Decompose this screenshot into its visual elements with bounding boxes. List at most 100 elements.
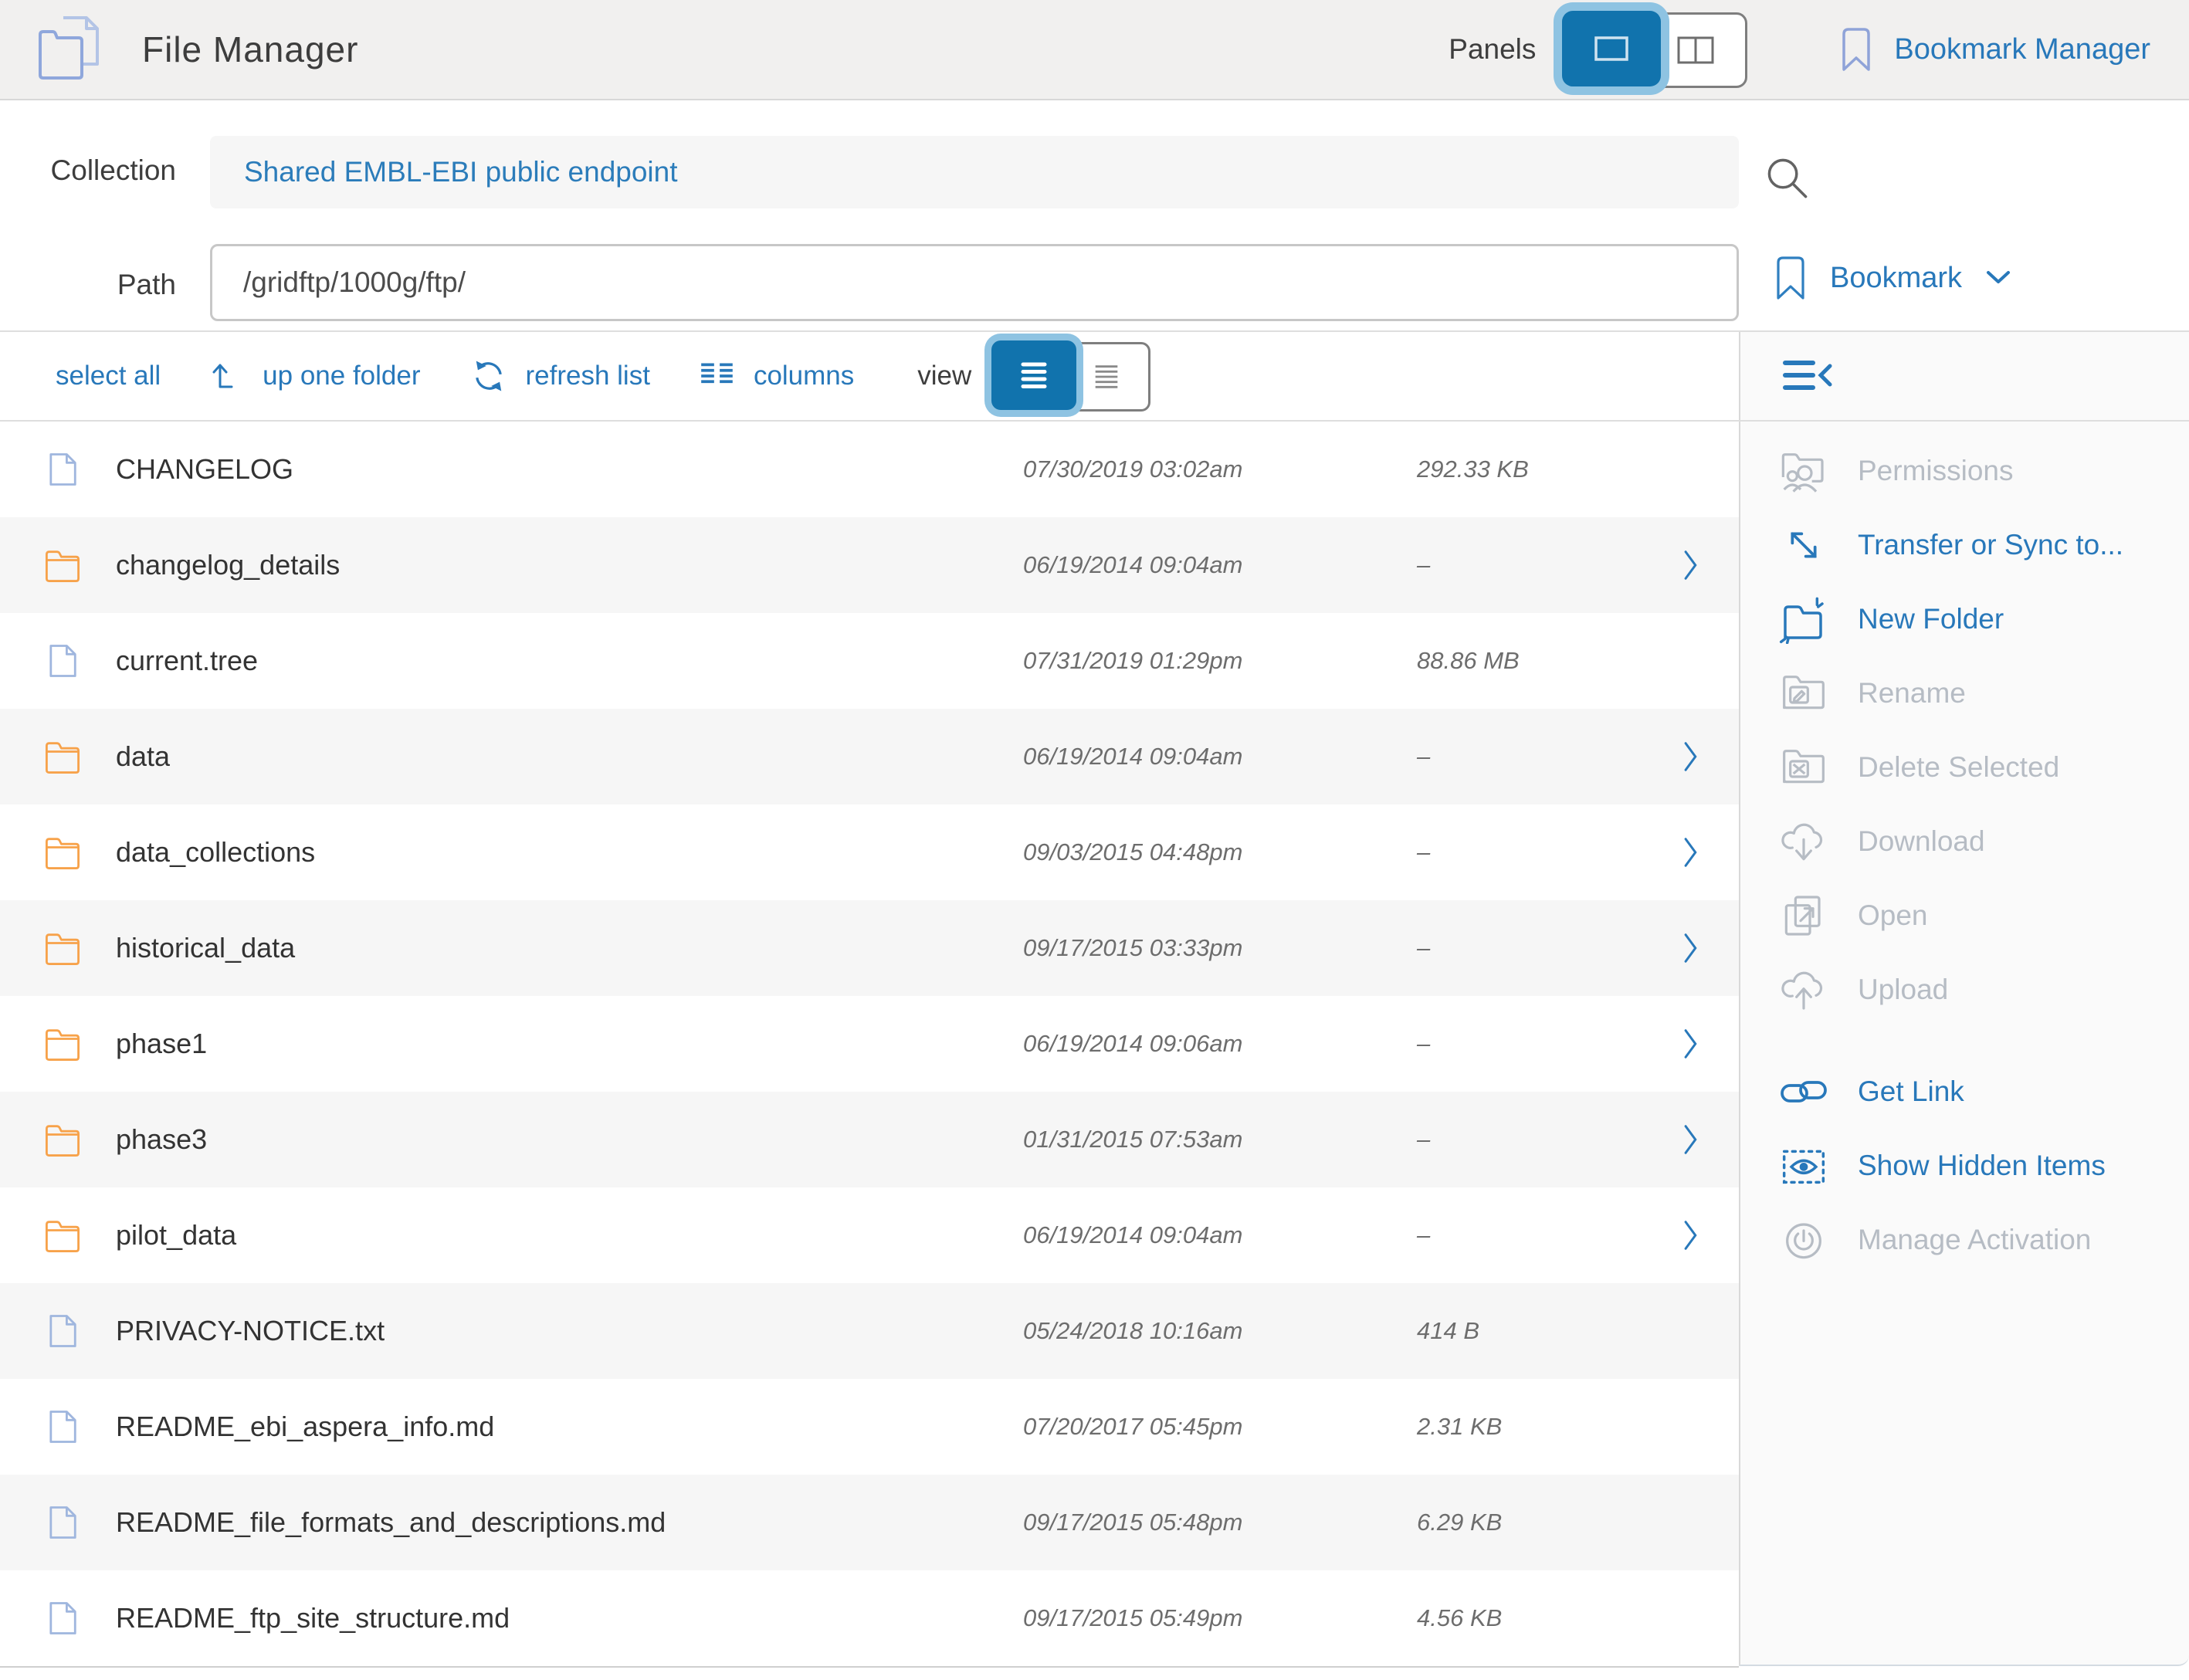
sidebar-item-label: Delete Selected [1858, 751, 2059, 784]
collection-field[interactable]: Shared EMBL-EBI public endpoint [210, 136, 1739, 208]
file-size: 6.29 KB [1417, 1509, 1679, 1536]
folder-icon [42, 1119, 83, 1160]
refresh-list-button[interactable]: refresh list [469, 356, 650, 396]
file-name: CHANGELOG [116, 453, 1023, 486]
table-row[interactable]: current.tree 07/31/2019 01:29pm 88.86 MB [0, 613, 1739, 709]
table-row[interactable]: phase3 01/31/2015 07:53am – [0, 1092, 1739, 1187]
file-icon [42, 1407, 83, 1447]
file-icon [42, 1598, 83, 1638]
sidebar-item-rename: Rename [1740, 656, 2189, 730]
file-icon [42, 449, 83, 489]
sidebar-item-permissions: Permissions [1740, 434, 2189, 508]
table-row[interactable]: pilot_data 06/19/2014 09:04am – [0, 1187, 1739, 1283]
sidebar-item-get-link[interactable]: Get Link [1740, 1055, 2189, 1129]
chevron-right-icon[interactable] [1679, 930, 1703, 966]
file-name: data [116, 740, 1023, 773]
bookmark-ribbon-icon [1840, 26, 1872, 73]
file-name: data_collections [116, 836, 1023, 869]
file-size: – [1417, 1030, 1679, 1058]
up-one-folder-button[interactable]: up one folder [208, 357, 420, 395]
chevron-right-icon[interactable] [1679, 1026, 1703, 1062]
columns-icon [698, 358, 737, 394]
table-row[interactable]: README_ebi_aspera_info.md 07/20/2017 05:… [0, 1379, 1739, 1475]
sidebar-item-show-hidden[interactable]: Show Hidden Items [1740, 1129, 2189, 1203]
file-name: README_ebi_aspera_info.md [116, 1411, 1023, 1443]
folder-icon [42, 737, 83, 777]
sidebar-item-label: Download [1858, 825, 1985, 858]
bookmark-dropdown[interactable]: Bookmark [1774, 255, 2011, 301]
table-row[interactable]: changelog_details 06/19/2014 09:04am – [0, 517, 1739, 613]
file-name: changelog_details [116, 549, 1023, 581]
file-date: 06/19/2014 09:04am [1023, 551, 1417, 579]
chevron-right-icon[interactable] [1679, 547, 1703, 583]
file-date: 09/17/2015 03:33pm [1023, 934, 1417, 962]
table-row[interactable]: CHANGELOG 07/30/2019 03:02am 292.33 KB [0, 422, 1739, 517]
file-date: 09/17/2015 05:49pm [1023, 1604, 1417, 1632]
file-date: 09/17/2015 05:48pm [1023, 1509, 1417, 1536]
table-row[interactable]: PRIVACY-NOTICE.txt 05/24/2018 10:16am 41… [0, 1283, 1739, 1379]
sidebar-item-delete: Delete Selected [1740, 730, 2189, 804]
app-header: File Manager Panels [0, 0, 2189, 100]
panels-label: Panels [1449, 33, 1536, 66]
collapse-panel-icon[interactable] [1779, 354, 1839, 398]
upload-icon [1779, 965, 1828, 1014]
search-icon[interactable] [1762, 153, 1813, 204]
refresh-icon [469, 356, 509, 396]
rename-icon [1779, 669, 1828, 718]
single-panel-button[interactable] [1562, 11, 1661, 86]
table-row[interactable]: README_file_formats_and_descriptions.md … [0, 1475, 1739, 1570]
bookmark-icon [1774, 255, 1807, 301]
file-name: phase1 [116, 1028, 1023, 1060]
panels-toggle [1562, 12, 1747, 86]
list-view-button[interactable] [991, 340, 1076, 410]
file-date: 07/30/2019 03:02am [1023, 456, 1417, 483]
chevron-right-icon[interactable] [1679, 1122, 1703, 1157]
file-name: README_ftp_site_structure.md [116, 1602, 1023, 1634]
table-row[interactable]: README_ftp_site_structure.md 09/17/2015 … [0, 1570, 1739, 1666]
folder-icon [42, 545, 83, 585]
get-link-icon [1779, 1067, 1828, 1116]
file-size: 88.86 MB [1417, 647, 1679, 675]
sidebar-item-new-folder[interactable]: New Folder [1740, 582, 2189, 656]
columns-button[interactable]: columns [698, 358, 854, 394]
file-icon [42, 641, 83, 681]
sidebar-item-upload: Upload [1740, 953, 2189, 1027]
file-list: CHANGELOG 07/30/2019 03:02am 292.33 KB c… [0, 422, 1739, 1668]
transfer-icon [1779, 520, 1828, 570]
file-size: – [1417, 1126, 1679, 1153]
chevron-right-icon[interactable] [1679, 1218, 1703, 1253]
file-size: – [1417, 934, 1679, 962]
show-hidden-icon [1779, 1141, 1828, 1191]
file-name: PRIVACY-NOTICE.txt [116, 1315, 1023, 1347]
sidebar-item-label: Rename [1858, 677, 1966, 710]
delete-icon [1779, 743, 1828, 792]
select-all-button[interactable]: select all [56, 361, 161, 391]
new-folder-icon [1779, 594, 1828, 644]
path-label: Path [0, 269, 176, 301]
path-input[interactable]: /gridftp/1000g/ftp/ [210, 244, 1739, 321]
table-row[interactable]: data 06/19/2014 09:04am – [0, 709, 1739, 804]
folder-icon [42, 832, 83, 872]
sidebar-item-label: Permissions [1858, 455, 2014, 487]
chevron-right-icon[interactable] [1679, 739, 1703, 774]
file-date: 09/03/2015 04:48pm [1023, 838, 1417, 866]
folder-icon [42, 928, 83, 968]
permissions-icon [1779, 446, 1828, 496]
file-icon [42, 1502, 83, 1543]
chevron-right-icon[interactable] [1679, 835, 1703, 870]
sidebar-item-download: Download [1740, 804, 2189, 879]
table-row[interactable]: data_collections 09/03/2015 04:48pm – [0, 804, 1739, 900]
sidebar-item-label: Upload [1858, 974, 1948, 1006]
file-size: 414 B [1417, 1317, 1679, 1345]
file-name: current.tree [116, 645, 1023, 677]
bookmark-manager-link[interactable]: Bookmark Manager [1840, 26, 2150, 73]
sidebar-item-transfer[interactable]: Transfer or Sync to... [1740, 508, 2189, 582]
file-size: – [1417, 551, 1679, 579]
compact-view-icon [1090, 361, 1123, 393]
action-sidebar: Permissions Transfer or Sync to... New F… [1739, 422, 2189, 1666]
folder-icon [42, 1215, 83, 1255]
file-size: – [1417, 838, 1679, 866]
up-arrow-icon [208, 357, 246, 395]
table-row[interactable]: phase1 06/19/2014 09:06am – [0, 996, 1739, 1092]
table-row[interactable]: historical_data 09/17/2015 03:33pm – [0, 900, 1739, 996]
